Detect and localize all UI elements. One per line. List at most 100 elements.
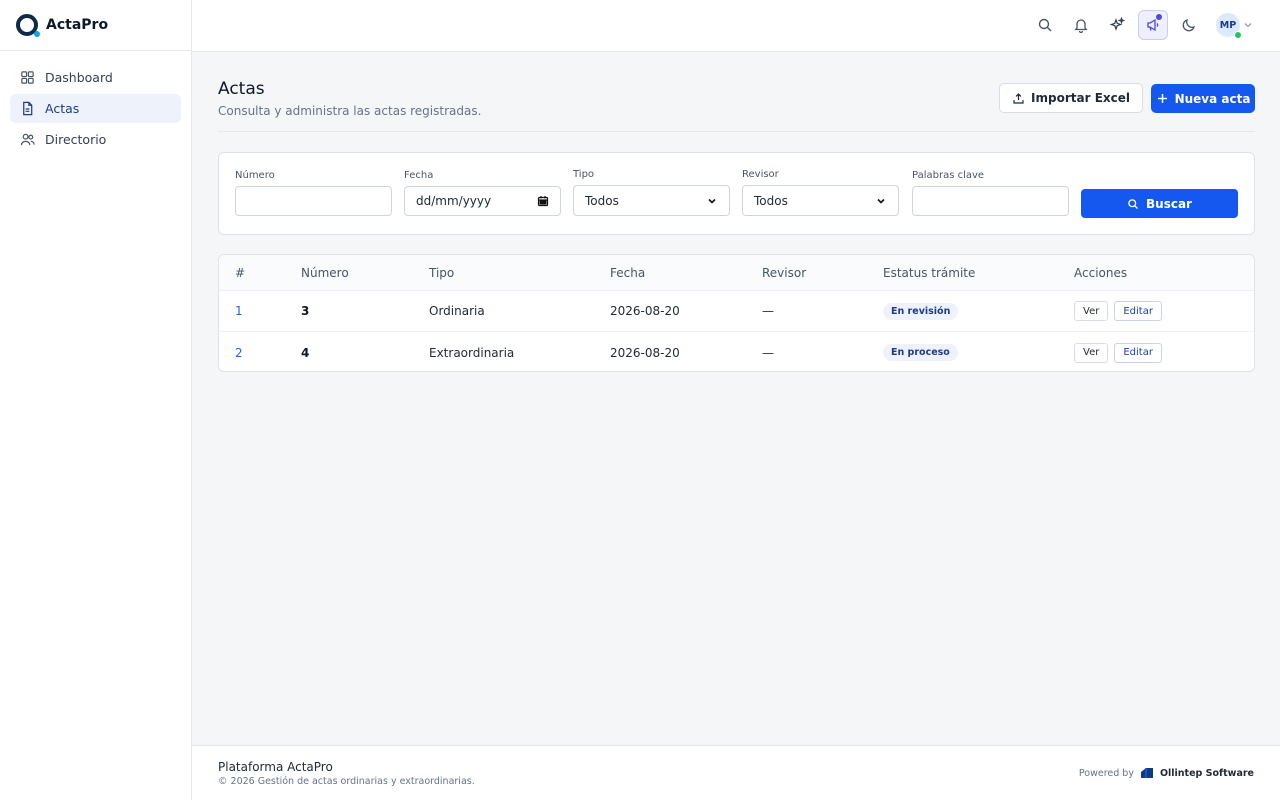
filters-panel: Número Fecha dd/mm/yyyy Tipo Todos Revis… — [218, 152, 1255, 235]
sidebar-item-actas[interactable]: Actas — [10, 94, 181, 123]
sidebar-item-directorio[interactable]: Directorio — [10, 125, 181, 154]
filter-numero: Número — [235, 170, 392, 216]
table-header: # Número Tipo Fecha Revisor Estatus trám… — [219, 255, 1254, 291]
revisor-select[interactable]: Todos — [742, 185, 899, 216]
import-excel-button[interactable]: Importar Excel — [999, 83, 1143, 113]
sidebar-item-dashboard[interactable]: Dashboard — [10, 63, 181, 92]
notifications-button[interactable] — [1066, 10, 1096, 40]
tipo-value: Todos — [585, 193, 619, 208]
column-header[interactable]: Revisor — [762, 255, 806, 290]
users-icon — [20, 133, 35, 146]
row-revisor: — — [762, 345, 774, 360]
logo-icon — [16, 14, 40, 37]
avatar-initials: MP — [1219, 19, 1237, 31]
chevron-down-icon — [877, 198, 885, 204]
new-acta-label: Nueva acta — [1174, 91, 1251, 106]
page-header: Actas Consulta y administra las actas re… — [218, 52, 1255, 132]
column-header[interactable]: Tipo — [429, 255, 454, 290]
sidebar-item-label: Dashboard — [45, 70, 113, 85]
search-icon — [1038, 18, 1052, 32]
row-index[interactable]: 1 — [235, 291, 243, 331]
fecha-input[interactable]: dd/mm/yyyy — [404, 186, 561, 216]
upload-icon — [1013, 92, 1024, 104]
column-header[interactable]: Estatus trámite — [883, 255, 975, 290]
view-button[interactable]: Ver — [1074, 342, 1109, 363]
edit-button[interactable]: Editar — [1114, 301, 1162, 321]
search-icon — [1128, 198, 1138, 209]
row-revisor: — — [762, 304, 774, 318]
view-button[interactable]: Ver — [1074, 301, 1109, 321]
grid-icon — [21, 71, 34, 84]
revisor-value: Todos — [754, 193, 788, 208]
row-numero: 4 — [301, 345, 310, 360]
edit-button[interactable]: Editar — [1114, 342, 1162, 363]
numero-input[interactable] — [235, 186, 392, 216]
column-header: Acciones — [1074, 265, 1128, 280]
tipo-label: Tipo — [573, 169, 595, 180]
page-title: Actas — [218, 79, 265, 99]
company-name: Ollintep Software — [1159, 767, 1254, 779]
row-actions: Ver Editar — [1074, 291, 1168, 331]
brand[interactable]: ActaPro — [0, 0, 191, 51]
chevron-down-icon — [708, 198, 716, 204]
column-header[interactable]: Número — [301, 255, 349, 290]
new-acta-button[interactable]: Nueva acta — [1151, 84, 1255, 113]
unread-dot — [1156, 14, 1162, 20]
online-status-dot — [1234, 31, 1242, 39]
announcements-button[interactable] — [1138, 10, 1168, 40]
actas-table: # Número Tipo Fecha Revisor Estatus trám… — [218, 254, 1255, 372]
numero-label: Número — [235, 170, 275, 181]
row-index[interactable]: 2 — [235, 332, 243, 371]
table-row[interactable]: 2 4 Extraordinaria 2026-08-20 — En proce… — [219, 332, 1254, 371]
search-button[interactable]: Buscar — [1081, 189, 1238, 218]
avatar: MP — [1216, 13, 1242, 39]
page-subtitle: Consulta y administra las actas registra… — [218, 104, 482, 118]
sidebar-item-label: Actas — [45, 101, 80, 116]
row-tipo: Extraordinaria — [429, 345, 515, 360]
column-header[interactable]: # — [235, 255, 245, 290]
filter-revisor: Revisor Todos — [742, 169, 899, 216]
powered-by[interactable]: Powered by Ollintep Software — [1079, 766, 1254, 780]
footer: Plataforma ActaPro © 2026 Gestión de act… — [192, 745, 1280, 800]
header-actions: MP — [1030, 10, 1254, 40]
row-actions: Ver Editar — [1074, 332, 1168, 371]
footer-title: Plataforma ActaPro — [218, 760, 333, 774]
plus-icon — [1157, 94, 1167, 103]
footer-copyright: © 2026 Gestión de actas ordinarias y ext… — [218, 776, 475, 787]
keywords-input[interactable] — [912, 186, 1069, 216]
status-badge: En proceso — [883, 344, 958, 361]
theme-toggle[interactable] — [1174, 10, 1204, 40]
chevron-down-icon — [1244, 23, 1252, 28]
filter-tipo: Tipo Todos — [573, 169, 730, 216]
moon-icon — [1182, 18, 1196, 32]
row-tipo: Ordinaria — [429, 304, 485, 318]
row-fecha: 2026-08-20 — [610, 345, 680, 360]
calendar-icon[interactable] — [537, 195, 549, 207]
row-estatus: En revisión — [883, 291, 959, 331]
fecha-placeholder: dd/mm/yyyy — [416, 194, 492, 208]
revisor-label: Revisor — [742, 169, 779, 180]
tipo-select[interactable]: Todos — [573, 185, 730, 216]
user-menu[interactable]: MP — [1216, 13, 1254, 39]
sidebar-item-label: Directorio — [45, 132, 107, 147]
row-estatus: En proceso — [883, 332, 958, 371]
sidebar: ActaPro Dashboard Actas Directorio — [0, 0, 192, 800]
brand-name: ActaPro — [46, 17, 109, 33]
search-label: Buscar — [1146, 196, 1192, 211]
main-content: Actas Consulta y administra las actas re… — [218, 52, 1255, 372]
ai-button[interactable] — [1102, 10, 1132, 40]
fecha-label: Fecha — [404, 170, 434, 181]
keywords-label: Palabras clave — [912, 170, 985, 181]
table-row[interactable]: 1 3 Ordinaria 2026-08-20 — En revisión V… — [219, 291, 1254, 332]
import-excel-label: Importar Excel — [1031, 91, 1130, 105]
document-icon — [23, 101, 33, 116]
status-badge: En revisión — [883, 302, 959, 320]
sparkles-icon — [1109, 17, 1125, 31]
sidebar-nav: Dashboard Actas Directorio — [0, 51, 191, 166]
bell-icon — [1074, 19, 1088, 33]
row-fecha: 2026-08-20 — [610, 304, 680, 318]
column-header[interactable]: Fecha — [610, 255, 645, 290]
filter-fecha: Fecha dd/mm/yyyy — [404, 170, 561, 216]
search-button[interactable] — [1030, 10, 1060, 40]
powered-by-label: Powered by — [1078, 767, 1134, 779]
